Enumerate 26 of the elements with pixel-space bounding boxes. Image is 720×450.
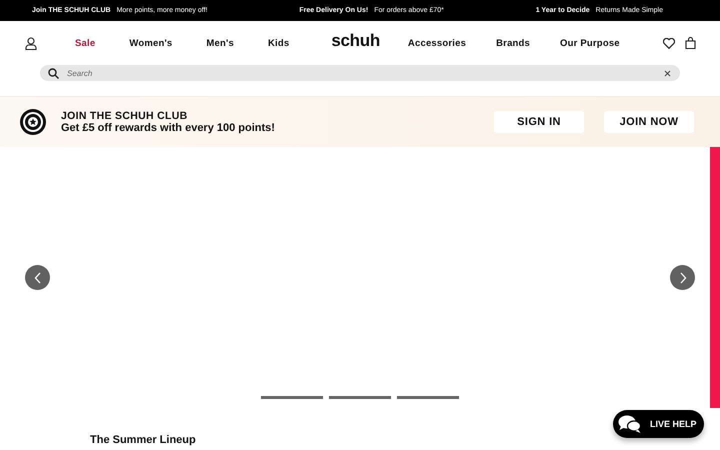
nav-link[interactable]: Brands [496,38,530,48]
nav-link[interactable]: Women's [129,38,172,48]
chevron-left-icon [34,272,42,284]
badge-icon [19,108,47,136]
nav-link[interactable]: Sale [75,38,96,48]
search-field[interactable]: Search [40,65,680,81]
club-button[interactable]: JOIN NOW [604,111,694,133]
logo[interactable]: schuh [331,31,380,51]
club-button[interactable]: SIGN IN [494,111,584,133]
next-button[interactable] [670,265,695,290]
search-icon [48,68,59,78]
section-title: The Summer Lineup [90,434,196,446]
live-help-button[interactable]: LIVE HELP [613,410,704,438]
bag-icon[interactable] [685,37,696,49]
club-title: JOIN THE SCHUH CLUB [61,110,188,122]
club-text: Get £5 off rewards with every 100 points! [61,122,275,134]
chevron-right-icon [678,272,686,284]
heart-icon[interactable] [663,38,675,48]
nav-link[interactable]: Accessories [408,38,466,48]
previous-button[interactable] [25,265,50,290]
nav-link[interactable]: Kids [268,38,290,48]
nav-link[interactable]: Men's [206,38,234,48]
chat-icon [618,414,642,434]
clear-icon[interactable] [664,70,671,76]
account-icon[interactable] [25,36,37,50]
nav-link[interactable]: Our Purpose [560,38,620,48]
